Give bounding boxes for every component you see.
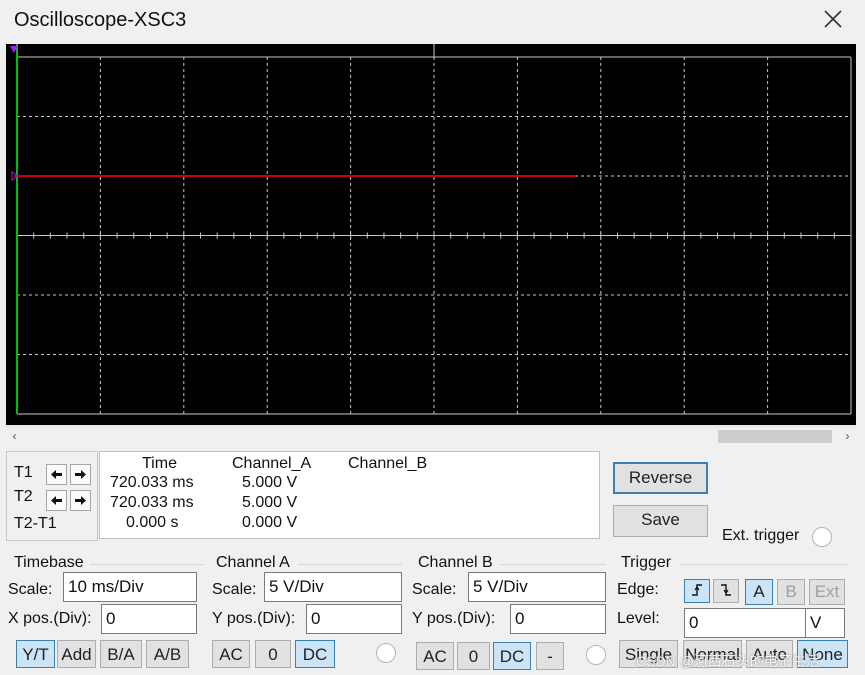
- channel-a-zero-button[interactable]: 0: [255, 640, 291, 668]
- channel-b-header: Channel_B: [348, 455, 428, 472]
- time-header: Time: [142, 455, 177, 472]
- watermark: CSDN @河西石头的电子生活: [636, 653, 820, 669]
- scope-display: [10, 44, 852, 415]
- ext-trigger-label: Ext. trigger: [722, 527, 800, 544]
- channel-b-zero-button[interactable]: 0: [457, 642, 490, 670]
- trigger-edge-label: Edge:: [617, 581, 659, 598]
- timebase-scale-input[interactable]: 10 ms/Div: [63, 572, 197, 602]
- mode-ab-button[interactable]: A/B: [146, 640, 189, 668]
- trigger-level-label: Level:: [617, 610, 660, 627]
- trigger-divider: [680, 564, 848, 565]
- close-icon[interactable]: [822, 8, 844, 30]
- scope-grid: [16, 44, 852, 415]
- t2-time-value: 720.033 ms: [110, 494, 194, 511]
- trigger-title: Trigger: [621, 554, 672, 571]
- channel-a-ypos-input[interactable]: 0: [306, 604, 402, 634]
- t2-left-button[interactable]: [46, 490, 67, 511]
- channel-a-scale-label: Scale:: [212, 581, 257, 598]
- scroll-left-icon[interactable]: ‹: [6, 428, 23, 445]
- mode-yt-button[interactable]: Y/T: [16, 640, 55, 668]
- channel-a-ypos-label: Y pos.(Div):: [212, 610, 296, 627]
- channel-b-ac-button[interactable]: AC: [416, 642, 454, 670]
- trigger-level-input[interactable]: 0: [684, 608, 806, 638]
- t1-channel-a-value: 5.000 V: [242, 474, 298, 491]
- ext-trigger-radio[interactable]: [812, 527, 832, 547]
- channel-b-ypos-input[interactable]: 0: [510, 604, 606, 634]
- channel-a-dc-button[interactable]: DC: [295, 640, 335, 668]
- channel-b-invert-button[interactable]: -: [536, 642, 564, 670]
- window-title: Oscilloscope-XSC3: [14, 9, 187, 31]
- arrow-right-icon: [75, 496, 86, 505]
- t2-label: T2: [14, 488, 33, 505]
- t2-t1-label: T2-T1: [14, 515, 57, 532]
- channel-b-ypos-label: Y pos.(Div):: [412, 610, 496, 627]
- rising-edge-button[interactable]: [684, 579, 710, 603]
- t1-time-value: 720.033 ms: [110, 474, 194, 491]
- diff-time-value: 0.000 s: [126, 514, 179, 531]
- channel-a-header: Channel_A: [232, 455, 312, 472]
- channel-b-radio[interactable]: [586, 645, 606, 665]
- falling-edge-button[interactable]: [713, 579, 739, 603]
- falling-edge-icon: [721, 584, 731, 596]
- channel-b-dc-button[interactable]: DC: [493, 642, 531, 670]
- timebase-xpos-input[interactable]: 0: [101, 604, 197, 634]
- mode-ba-button[interactable]: B/A: [100, 640, 142, 668]
- trigger-source-ext-button[interactable]: Ext: [809, 579, 845, 605]
- channel-b-title: Channel B: [418, 554, 493, 571]
- mode-add-button[interactable]: Add: [57, 640, 96, 668]
- timebase-xpos-label: X pos.(Div):: [8, 610, 92, 627]
- t2-channel-a-value: 5.000 V: [242, 494, 298, 511]
- t1-right-button[interactable]: [70, 464, 91, 485]
- channel-a-ac-button[interactable]: AC: [212, 640, 250, 668]
- t1-left-button[interactable]: [46, 464, 67, 485]
- arrow-right-icon: [75, 470, 86, 479]
- scrollbar-thumb[interactable]: [718, 430, 832, 443]
- trigger-level-unit-select[interactable]: V: [805, 608, 845, 638]
- channel-b-scale-input[interactable]: 5 V/Div: [468, 572, 606, 602]
- diff-channel-a-value: 0.000 V: [242, 514, 298, 531]
- trigger-source-a-button[interactable]: A: [745, 579, 773, 605]
- arrow-left-icon: [51, 470, 62, 479]
- channel-b-divider: [500, 564, 606, 565]
- cursor-readout-table: Time Channel_A Channel_B 720.033 ms 5.00…: [99, 451, 600, 539]
- scroll-right-icon[interactable]: ›: [839, 428, 856, 445]
- t2-right-button[interactable]: [70, 490, 91, 511]
- t1-label: T1: [14, 464, 33, 481]
- channel-a-scale-input[interactable]: 5 V/Div: [264, 572, 402, 602]
- channel-a-divider: [298, 564, 402, 565]
- timebase-scale-label: Scale:: [8, 581, 53, 598]
- rising-edge-icon: [692, 584, 702, 596]
- channel-a-title: Channel A: [216, 554, 290, 571]
- channel-a-radio[interactable]: [376, 643, 396, 663]
- reverse-button[interactable]: Reverse: [613, 462, 708, 494]
- channel-b-scale-label: Scale:: [412, 581, 457, 598]
- timebase-divider: [90, 564, 204, 565]
- save-button[interactable]: Save: [613, 505, 708, 537]
- timebase-title: Timebase: [14, 554, 84, 571]
- trigger-source-b-button[interactable]: B: [777, 579, 805, 605]
- scope-screen[interactable]: [6, 44, 856, 425]
- horizontal-scrollbar[interactable]: ‹ ›: [6, 428, 856, 445]
- arrow-left-icon: [51, 496, 62, 505]
